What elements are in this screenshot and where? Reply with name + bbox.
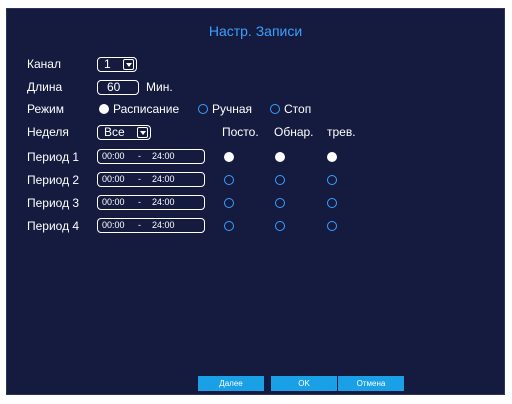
mode-schedule-label: Расписание: [113, 102, 180, 116]
period-3-alarm-radio[interactable]: [327, 198, 337, 208]
period-1-start: 00:00: [102, 151, 125, 161]
period-2-label: Период 2: [27, 173, 80, 187]
period-4-label: Период 4: [27, 219, 80, 233]
week-label: Неделя: [27, 125, 69, 139]
column-alarm: трев.: [327, 125, 356, 139]
mode-manual-label: Ручная: [212, 102, 253, 116]
ok-button[interactable]: OK: [271, 376, 337, 391]
period-1-separator: -: [138, 151, 141, 161]
cancel-button[interactable]: Отмена: [338, 376, 404, 391]
column-constant: Посто.: [222, 125, 259, 139]
period-4-start: 00:00: [102, 220, 125, 230]
length-label: Длина: [27, 80, 63, 94]
week-select[interactable]: Все: [97, 125, 151, 140]
chevron-down-icon[interactable]: [123, 59, 134, 70]
length-input[interactable]: 60: [97, 80, 139, 95]
period-4-motion-radio[interactable]: [275, 221, 285, 231]
channel-select[interactable]: 1: [97, 57, 137, 72]
chevron-down-icon[interactable]: [137, 127, 148, 138]
record-settings-dialog: Настр. Записи Канал 1 Длина 60 Мин. Режи…: [6, 8, 505, 395]
column-motion: Обнар.: [274, 125, 314, 139]
mode-stop-label: Стоп: [284, 102, 312, 116]
period-4-constant-radio[interactable]: [224, 221, 234, 231]
period-1-constant-radio[interactable]: [224, 152, 234, 162]
mode-stop-radio[interactable]: [270, 104, 280, 114]
period-3-motion-radio[interactable]: [275, 198, 285, 208]
period-4-separator: -: [138, 220, 141, 230]
period-1-time-range[interactable]: 00:00 - 24:00: [97, 149, 205, 164]
period-3-constant-radio[interactable]: [224, 198, 234, 208]
period-2-time-range[interactable]: 00:00 - 24:00: [97, 172, 205, 187]
period-4-end: 24:00: [152, 220, 175, 230]
channel-label: Канал: [27, 57, 61, 71]
period-2-start: 00:00: [102, 174, 125, 184]
period-2-alarm-radio[interactable]: [327, 175, 337, 185]
period-4-time-range[interactable]: 00:00 - 24:00: [97, 218, 205, 233]
week-value: Все: [104, 125, 125, 139]
period-3-label: Период 3: [27, 196, 80, 210]
period-1-label: Период 1: [27, 150, 80, 164]
next-button[interactable]: Далее: [198, 376, 264, 391]
period-3-time-range[interactable]: 00:00 - 24:00: [97, 195, 205, 210]
period-2-constant-radio[interactable]: [224, 175, 234, 185]
channel-value: 1: [104, 57, 111, 71]
period-2-end: 24:00: [152, 174, 175, 184]
length-value: 60: [107, 80, 121, 94]
mode-schedule-radio[interactable]: [99, 104, 109, 114]
period-2-separator: -: [138, 174, 141, 184]
period-3-start: 00:00: [102, 197, 125, 207]
length-unit: Мин.: [146, 80, 173, 94]
period-3-separator: -: [138, 197, 141, 207]
period-1-motion-radio[interactable]: [275, 152, 285, 162]
mode-manual-radio[interactable]: [198, 104, 208, 114]
period-2-motion-radio[interactable]: [275, 175, 285, 185]
period-1-end: 24:00: [152, 151, 175, 161]
period-4-alarm-radio[interactable]: [327, 221, 337, 231]
dialog-title: Настр. Записи: [208, 23, 303, 39]
period-3-end: 24:00: [152, 197, 175, 207]
period-1-alarm-radio[interactable]: [327, 152, 337, 162]
mode-label: Режим: [27, 102, 64, 116]
